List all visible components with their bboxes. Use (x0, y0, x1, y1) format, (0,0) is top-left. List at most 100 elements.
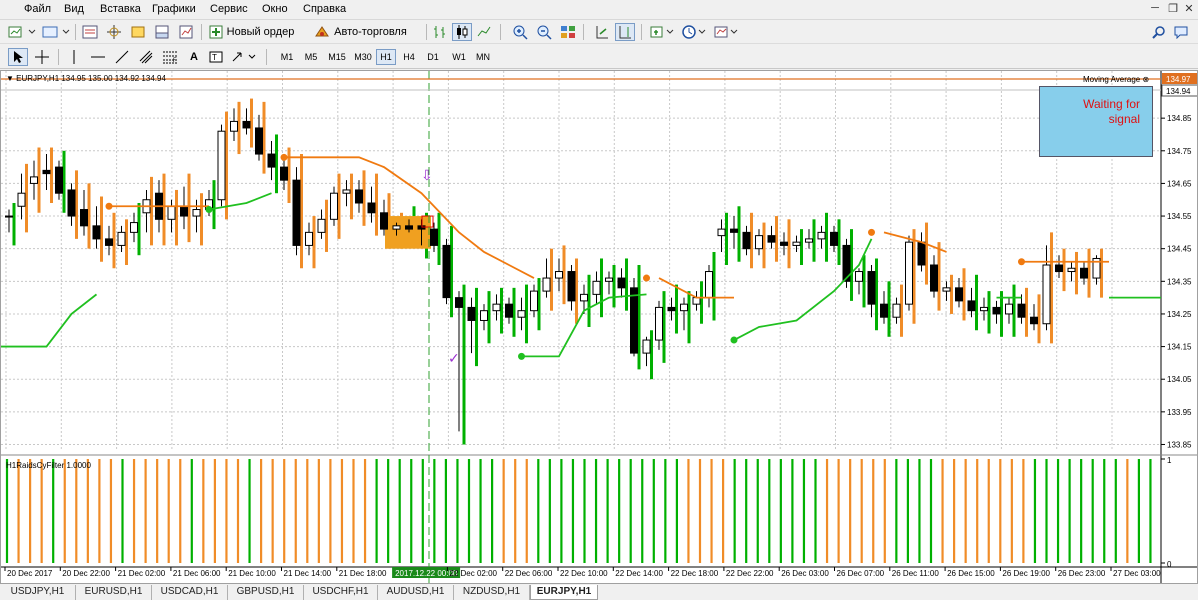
search-icon[interactable] (1150, 23, 1168, 41)
text-tool-icon[interactable]: A (184, 48, 204, 66)
drawing-toolbar: F A T M1 M5 M15 M30 H1 H4 D1 W1 MN (0, 45, 1198, 69)
checkmark-icon: ✓ (448, 351, 460, 367)
x-tick-label: 22 Dec 22:00 (726, 569, 774, 578)
tab-usdjpy[interactable]: USDJPY,H1 (0, 585, 76, 600)
menu-tools[interactable]: Сервис (210, 3, 248, 15)
trendline-icon[interactable] (112, 48, 132, 66)
restore-icon[interactable]: ❐ (1166, 2, 1180, 15)
autotrading-button[interactable]: Авто-торговля (300, 23, 420, 41)
candle-body (230, 120, 238, 132)
timeframe-m30[interactable]: M30 (350, 49, 376, 65)
candle-body (530, 290, 538, 312)
line-chart-icon[interactable] (474, 23, 494, 41)
price-chart[interactable]: 134.85 134.75 134.65 134.55 134.45 134.35 134.… (1, 71, 1197, 583)
indicator-close-icon[interactable]: ⊗ (1142, 75, 1149, 84)
crosshair-icon[interactable] (32, 48, 52, 66)
candle-body (392, 225, 401, 230)
x-tick-label: 26 Dec 23:00 (1058, 569, 1106, 578)
x-tick-label: 20 Dec 22:00 (62, 569, 110, 578)
tab-audusd[interactable]: AUDUSD,H1 (378, 585, 454, 600)
text-label-icon[interactable]: T (206, 48, 226, 66)
candle-body (780, 241, 788, 246)
minimize-icon[interactable]: ─ (1148, 2, 1162, 14)
tab-usdcad[interactable]: USDCAD,H1 (152, 585, 228, 600)
candle-body (592, 280, 601, 295)
terminal-icon[interactable] (152, 23, 172, 41)
timeframe-mn[interactable]: MN (472, 49, 494, 65)
chat-icon[interactable] (1172, 23, 1190, 41)
channel-icon[interactable] (136, 48, 156, 66)
navigator-icon[interactable] (128, 23, 148, 41)
tab-usdchf[interactable]: USDCHF,H1 (304, 585, 378, 600)
candle-body (355, 189, 363, 204)
price-tag-top-label: 134.97 (1166, 75, 1191, 84)
candle-body (405, 225, 413, 230)
menu-insert[interactable]: Вставка (100, 3, 141, 15)
candle-body (955, 287, 963, 302)
fibonacci-icon[interactable]: F (160, 48, 180, 66)
candle-body (167, 205, 176, 220)
y-tick-label: 134.85 (1167, 114, 1192, 123)
candle-body (192, 209, 201, 217)
close-icon[interactable]: ✕ (1182, 2, 1196, 15)
ma-dot (643, 274, 650, 282)
candle-body (492, 303, 501, 312)
candle-body (542, 277, 551, 292)
strategy-tester-icon[interactable] (176, 23, 196, 41)
tile-windows-icon[interactable] (558, 23, 578, 41)
new-order-button[interactable]: Новый ордер (206, 23, 296, 41)
profiles-button[interactable] (40, 23, 72, 41)
candle-body (1017, 303, 1026, 318)
new-chart-button[interactable] (6, 23, 38, 41)
candle-body (930, 264, 938, 292)
timeframe-m5[interactable]: M5 (300, 49, 322, 65)
x-tick-label: 21 Dec 10:00 (228, 569, 276, 578)
candle-body (905, 241, 913, 305)
chart-window[interactable]: 134.85 134.75 134.65 134.55 134.45 134.35 134.… (0, 70, 1198, 584)
bar-chart-icon[interactable] (430, 23, 450, 41)
timeframe-h1[interactable]: H1 (376, 49, 396, 65)
candle-body (267, 153, 276, 168)
zoom-out-icon[interactable] (534, 23, 554, 41)
market-watch-icon[interactable] (80, 23, 100, 41)
tab-eurusd[interactable]: EURUSD,H1 (76, 585, 152, 600)
arrows-button[interactable] (230, 48, 260, 66)
templates-button[interactable] (712, 23, 740, 41)
subwindow-indicator-label: H1RaidsCyFilter 1.0000 (6, 461, 91, 470)
cursor-icon[interactable] (8, 48, 28, 66)
tab-nzdusd[interactable]: NZDUSD,H1 (454, 585, 530, 600)
candle-body (817, 231, 826, 240)
candlestick-icon[interactable] (452, 23, 472, 41)
x-tick-label: 26 Dec 19:00 (1002, 569, 1050, 578)
x-tick-label: 21 Dec 14:00 (284, 569, 332, 578)
chart-collapse-icon[interactable]: ▼ (6, 74, 14, 83)
horizontal-line-icon[interactable] (88, 48, 108, 66)
timeframe-h4[interactable]: H4 (398, 49, 420, 65)
menu-file[interactable]: Файл (24, 3, 51, 15)
menu-view[interactable]: Вид (64, 3, 84, 15)
candle-body (1005, 303, 1013, 315)
candle-body (42, 169, 51, 175)
candle-body (467, 306, 476, 321)
auto-scroll-icon[interactable] (592, 23, 612, 41)
vertical-line-icon[interactable] (64, 48, 84, 66)
y-tick-label: 134.75 (1167, 147, 1192, 156)
tab-eurjpy[interactable]: EURJPY,H1 (530, 585, 598, 600)
menu-window[interactable]: Окно (262, 3, 288, 15)
tab-gbpusd[interactable]: GBPUSD,H1 (228, 585, 304, 600)
timeframe-w1[interactable]: W1 (448, 49, 470, 65)
candle-body (1067, 267, 1076, 273)
menu-help[interactable]: Справка (303, 3, 346, 15)
data-window-icon[interactable] (104, 23, 124, 41)
timeframe-m1[interactable]: M1 (276, 49, 298, 65)
zoom-in-icon[interactable] (510, 23, 530, 41)
candle-body (742, 231, 751, 250)
menu-charts[interactable]: Графики (152, 3, 196, 15)
timeframe-d1[interactable]: D1 (422, 49, 444, 65)
candle-body (680, 303, 688, 312)
periods-button[interactable] (680, 23, 708, 41)
timeframe-m15[interactable]: M15 (324, 49, 350, 65)
indicators-button[interactable] (648, 23, 676, 41)
candle-body (892, 303, 901, 318)
chart-shift-icon[interactable] (615, 23, 635, 41)
